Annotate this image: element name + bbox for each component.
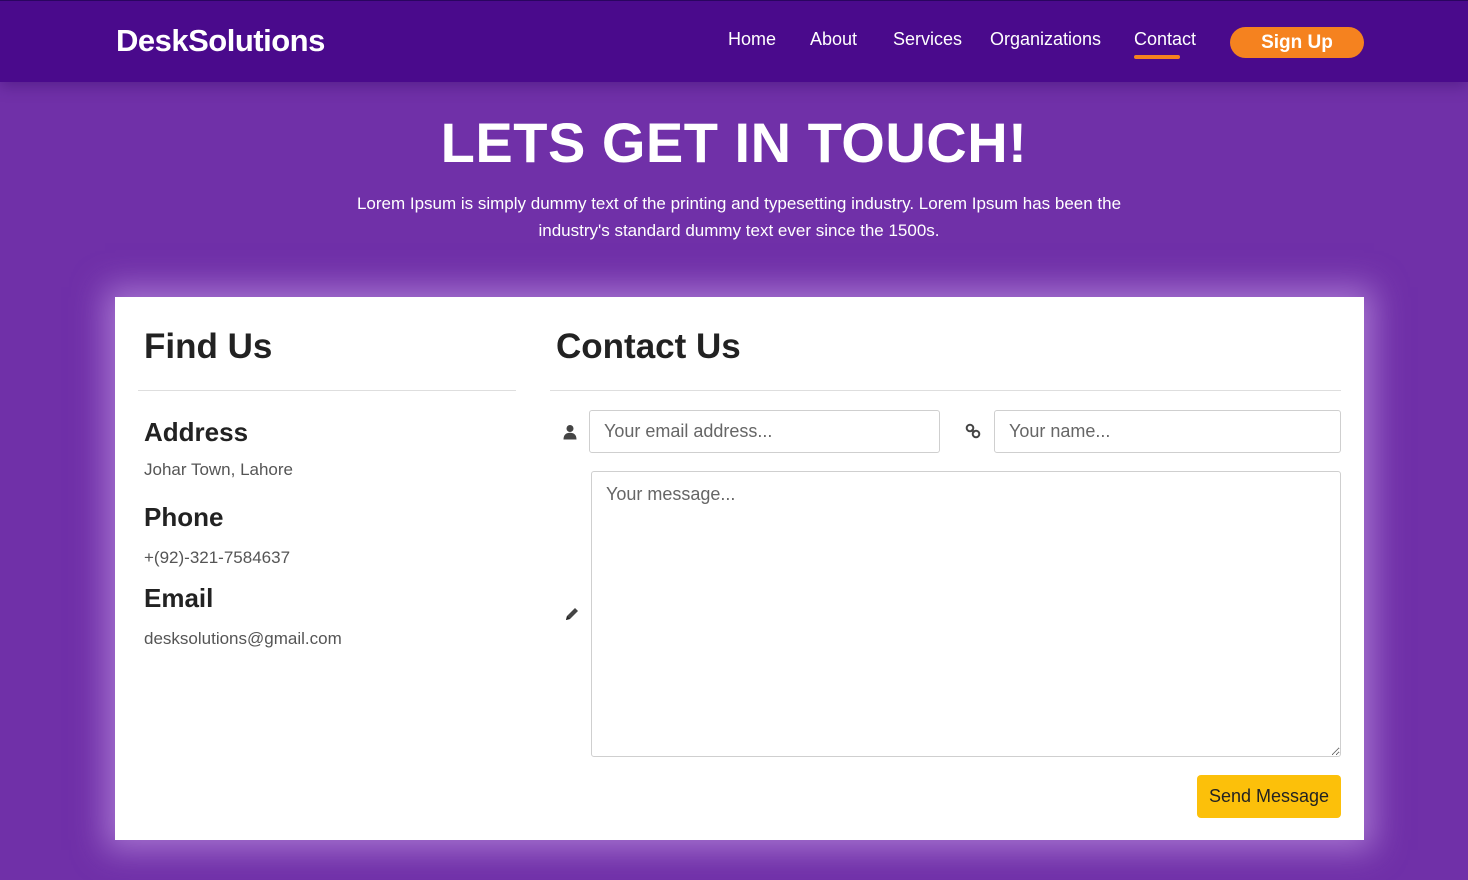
user-icon: [562, 424, 578, 440]
hero-description: Lorem Ipsum is simply dummy text of the …: [344, 190, 1134, 244]
message-textarea[interactable]: [591, 471, 1341, 757]
email-label: Email: [144, 583, 214, 613]
phone-label: Phone: [144, 502, 224, 532]
hero-description-line-1: Lorem Ipsum is simply dummy text of the …: [356, 194, 1122, 213]
hero-title: LETS GET IN TOUCH!: [440, 111, 1028, 174]
nav-home[interactable]: Home: [728, 29, 776, 50]
email-input[interactable]: [589, 410, 940, 453]
nav-about[interactable]: About: [810, 29, 857, 50]
address-value: Johar Town, Lahore: [144, 460, 294, 479]
sign-up-button[interactable]: Sign Up: [1230, 27, 1364, 58]
contact-us-divider: [550, 390, 1341, 391]
address-label: Address: [144, 417, 249, 447]
send-message-button[interactable]: Send Message: [1197, 775, 1341, 818]
nav-organizations[interactable]: Organizations: [990, 29, 1101, 50]
phone-value: +(92)-321-7584637: [144, 548, 291, 567]
link-icon: [965, 423, 981, 439]
email-value: desksolutions@gmail.com: [144, 629, 342, 648]
find-us-title: Find Us: [144, 327, 273, 366]
name-input[interactable]: [994, 410, 1341, 453]
contact-us-title: Contact Us: [556, 327, 741, 366]
nav-services[interactable]: Services: [893, 29, 962, 50]
nav-contact[interactable]: Contact: [1134, 29, 1196, 59]
pencil-icon: [564, 606, 580, 622]
contact-card: Find Us Address Johar Town, Lahore Phone…: [115, 297, 1364, 840]
find-us-divider: [138, 390, 516, 391]
hero-description-line-2: industry's standard dummy text ever sinc…: [538, 221, 940, 240]
navbar: DeskSolutions Home About Services Organi…: [0, 0, 1468, 82]
